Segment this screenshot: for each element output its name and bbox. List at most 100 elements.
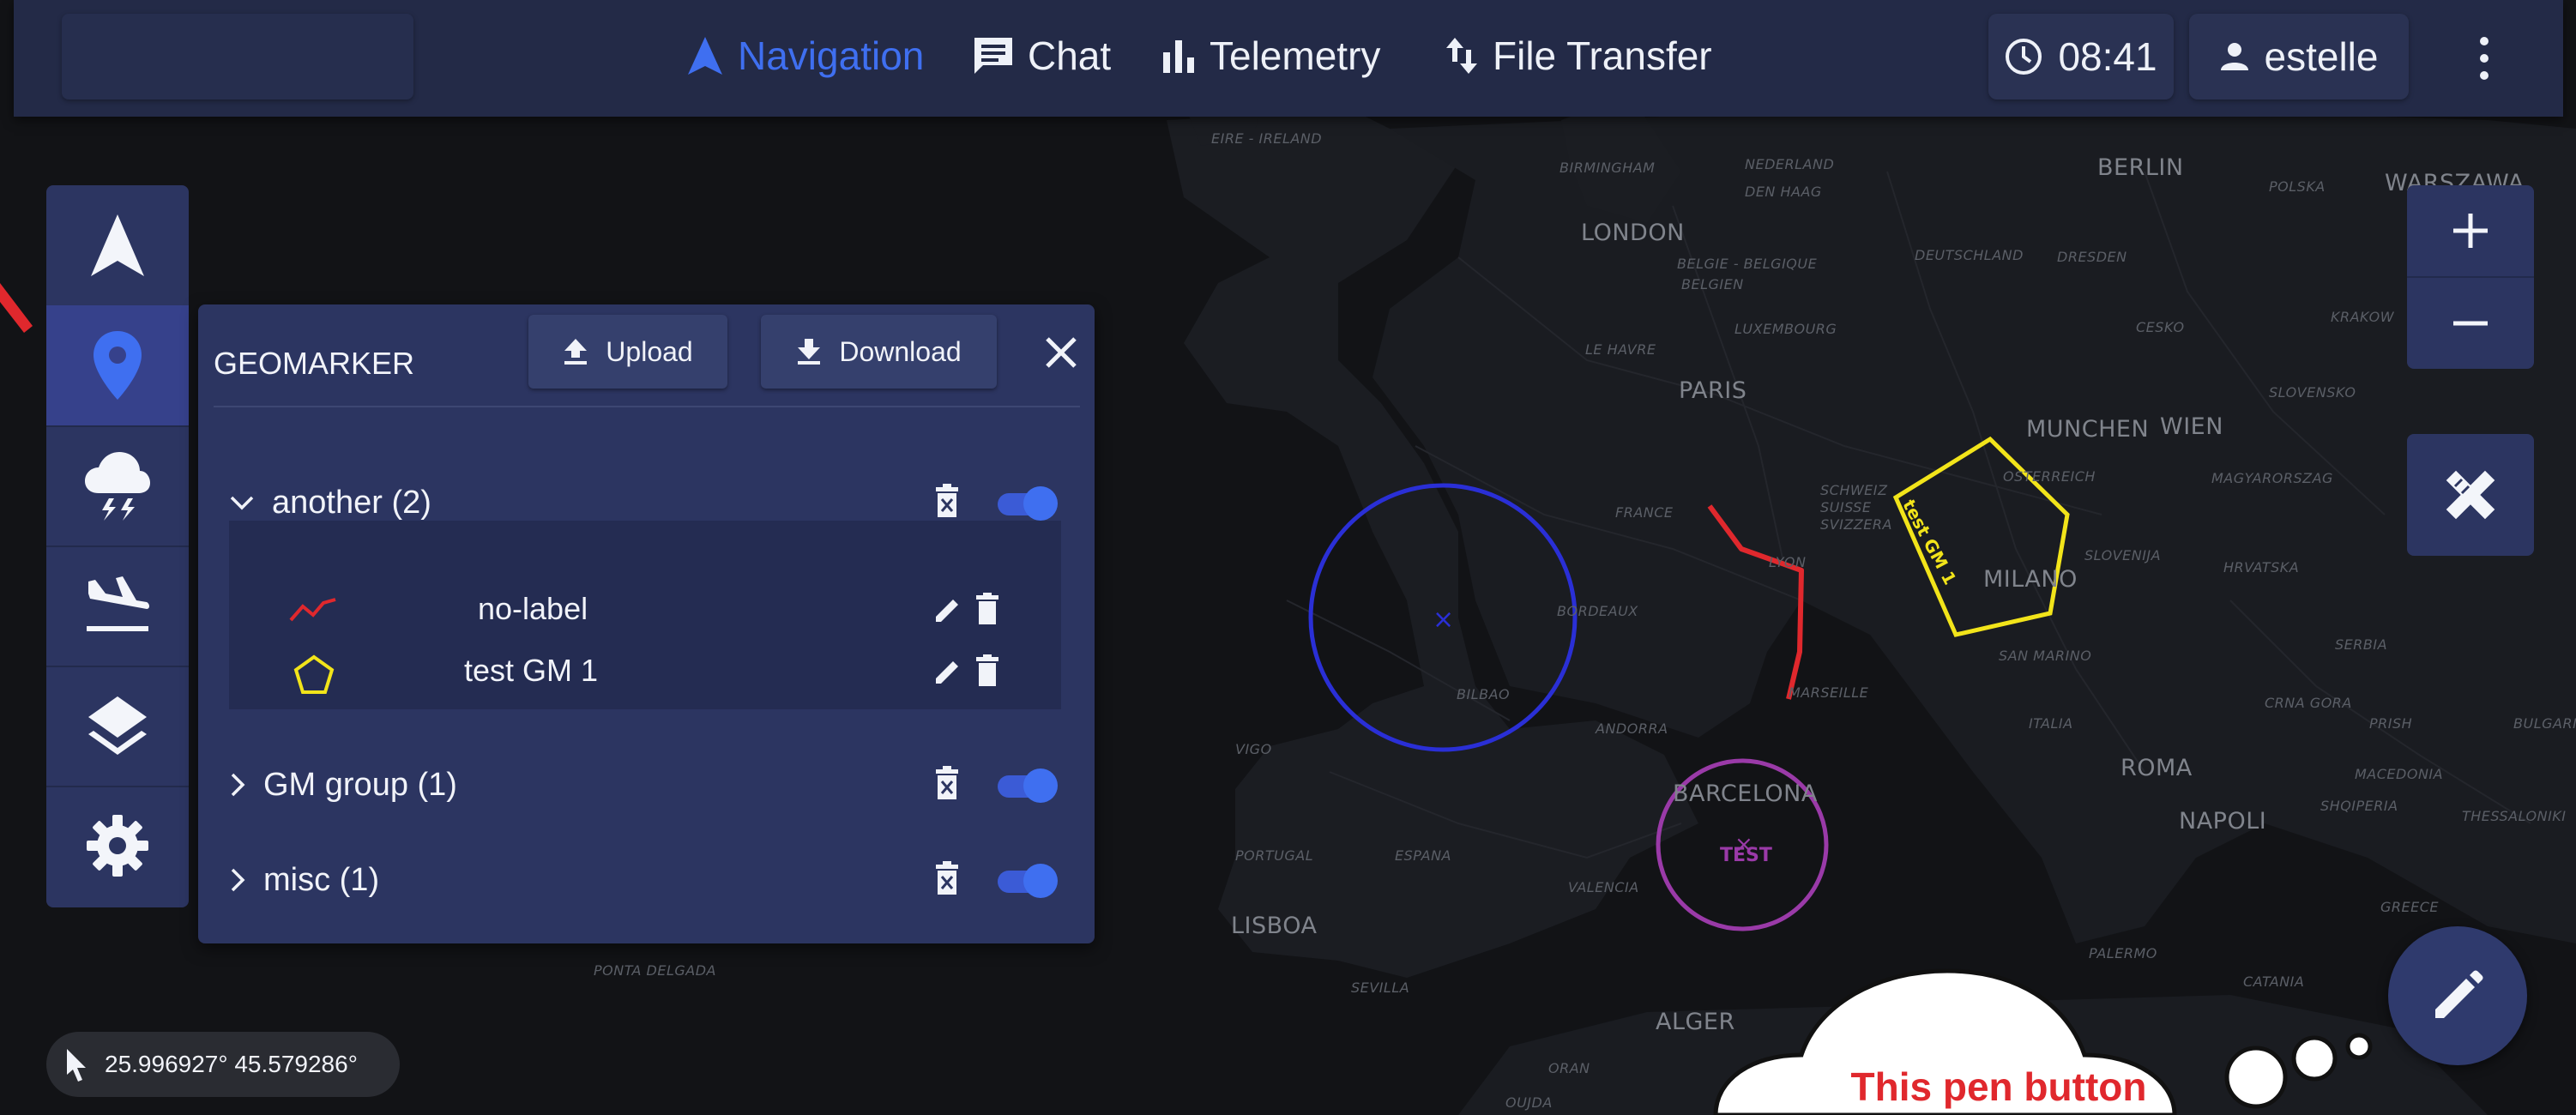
tab-navigation[interactable]: Navigation (686, 0, 924, 112)
city-label: BILBAO (1457, 686, 1511, 702)
delete-group-icon[interactable] (934, 861, 960, 895)
layers-tool-button[interactable] (46, 666, 189, 787)
city-label: THESSALONIKI (2462, 808, 2567, 824)
weather-storm-icon (85, 452, 150, 521)
left-toolbar (46, 185, 189, 907)
list-item[interactable]: test GM 1 (229, 642, 1044, 697)
city-label: DEUTSCHLAND (1915, 247, 2024, 263)
city-label: BARCELONA (1673, 780, 1818, 807)
tab-telemetry[interactable]: Telemetry (1161, 0, 1380, 112)
flight-tool-button[interactable] (46, 545, 189, 667)
city-label: BULGARIA (2513, 715, 2576, 732)
city-label: ITALIA (2029, 715, 2073, 732)
city-label: MACEDONIA (2355, 766, 2444, 782)
measure-tool-button[interactable] (2407, 434, 2534, 556)
city-label: WIEN (2160, 413, 2223, 440)
city-label: LUXEMBOURG (1734, 321, 1837, 337)
city-label: MARSEILLE (1789, 684, 1869, 701)
delete-group-icon[interactable] (934, 766, 960, 800)
city-label: PORTUGAL (1235, 847, 1314, 864)
ruler-pencil-icon (2446, 470, 2495, 520)
settings-tool-button[interactable] (46, 786, 189, 906)
tab-chat[interactable]: Chat (973, 0, 1111, 112)
city-label: VALENCIA (1568, 879, 1639, 895)
city-label: FRANCE (1615, 504, 1674, 521)
tab-label: Chat (1028, 33, 1112, 78)
group-visibility-toggle[interactable] (998, 768, 1058, 803)
coordinates-text: 25.996927° 45.579286° (105, 1051, 358, 1077)
edit-pencil-icon[interactable] (932, 594, 963, 625)
city-label: ANDORRA (1596, 720, 1668, 737)
city-label: DRESDEN (2057, 249, 2127, 265)
plus-icon (2453, 214, 2488, 248)
city-label: BORDEAUX (1557, 603, 1638, 619)
upload-label: Upload (606, 335, 693, 367)
group-visibility-toggle[interactable] (998, 486, 1058, 521)
geomarker-tool-button[interactable] (46, 305, 189, 427)
navigation-tool-button[interactable] (46, 185, 189, 307)
panel-title: GEOMARKER (214, 346, 415, 381)
weather-tool-button[interactable] (46, 425, 189, 547)
list-item[interactable]: no-label (229, 581, 1044, 636)
city-label: GREECE (2380, 899, 2440, 915)
svg-text:×: × (1433, 605, 1454, 635)
group-visibility-toggle[interactable] (998, 864, 1058, 898)
city-label: ESPANA (1395, 847, 1451, 864)
city-label: NEDERLAND (1745, 156, 1835, 172)
download-icon (798, 339, 821, 365)
clock-icon (2006, 39, 2042, 75)
cursor-arrow-icon (67, 1049, 86, 1082)
edit-pencil-icon[interactable] (932, 656, 963, 687)
transfer-arrows-icon (1446, 38, 1477, 74)
zoom-in-button[interactable] (2407, 185, 2534, 278)
close-icon[interactable] (1042, 334, 1080, 371)
city-label: PRISH (2369, 715, 2413, 732)
group-label: GM group (1) (263, 766, 457, 803)
user-menu-button[interactable]: estelle (2189, 14, 2409, 99)
chevron-right-icon (231, 773, 245, 797)
city-label: BIRMINGHAM (1559, 160, 1656, 176)
city-label: CRNA GORA (2265, 695, 2352, 711)
item-label: test GM 1 (464, 653, 599, 688)
download-label: Download (839, 335, 962, 367)
chevron-down-icon (230, 496, 254, 510)
tab-label: File Transfer (1493, 33, 1712, 78)
city-label: NAPOLI (2179, 808, 2267, 835)
polygon-icon (293, 654, 335, 694)
more-options-icon[interactable] (2467, 34, 2501, 82)
zoom-out-button[interactable] (2407, 278, 2534, 369)
city-label: OSTERREICH (2003, 468, 2096, 485)
city-label: LONDON (1581, 220, 1685, 246)
flight-landing-icon (87, 576, 149, 631)
city-label: PARIS (1679, 377, 1747, 404)
geomarker-panel: GEOMARKER Upload Download another (2) no… (198, 304, 1095, 943)
city-label: SLOVENSKO (2269, 384, 2356, 401)
city-label: POLSKA (2269, 178, 2326, 195)
city-label: CESKO (2136, 319, 2185, 335)
delete-group-icon[interactable] (934, 484, 960, 518)
city-label: BELGIEN (1681, 276, 1744, 292)
trash-icon[interactable] (975, 593, 999, 625)
tab-label: Telemetry (1210, 33, 1381, 78)
upload-button[interactable]: Upload (528, 315, 727, 389)
navigation-icon (91, 214, 144, 276)
city-label: SHQIPERIA (2320, 798, 2398, 814)
city-label: LYON (1769, 554, 1807, 570)
city-label: KRAKOW (2331, 309, 2395, 325)
user-icon (2220, 43, 2248, 70)
geomarker-pin-icon (94, 331, 142, 400)
city-label: MAGYARORSZAG (2211, 470, 2333, 486)
city-label: SEVILLA (1351, 979, 1410, 996)
trash-icon[interactable] (975, 654, 999, 687)
layers-icon (88, 696, 147, 755)
tab-label: Navigation (738, 33, 925, 78)
tab-file-transfer[interactable]: File Transfer (1445, 0, 1712, 112)
polyline-icon (289, 598, 336, 622)
city-label: ORAN (1548, 1060, 1590, 1076)
download-button[interactable]: Download (761, 315, 997, 389)
city-label: ROMA (2121, 755, 2193, 781)
city-label: LE HAVRE (1585, 341, 1656, 358)
city-label: MUNCHEN (2026, 416, 2150, 443)
city-label: BERLIN (2097, 154, 2184, 181)
logo-placeholder (62, 14, 413, 99)
